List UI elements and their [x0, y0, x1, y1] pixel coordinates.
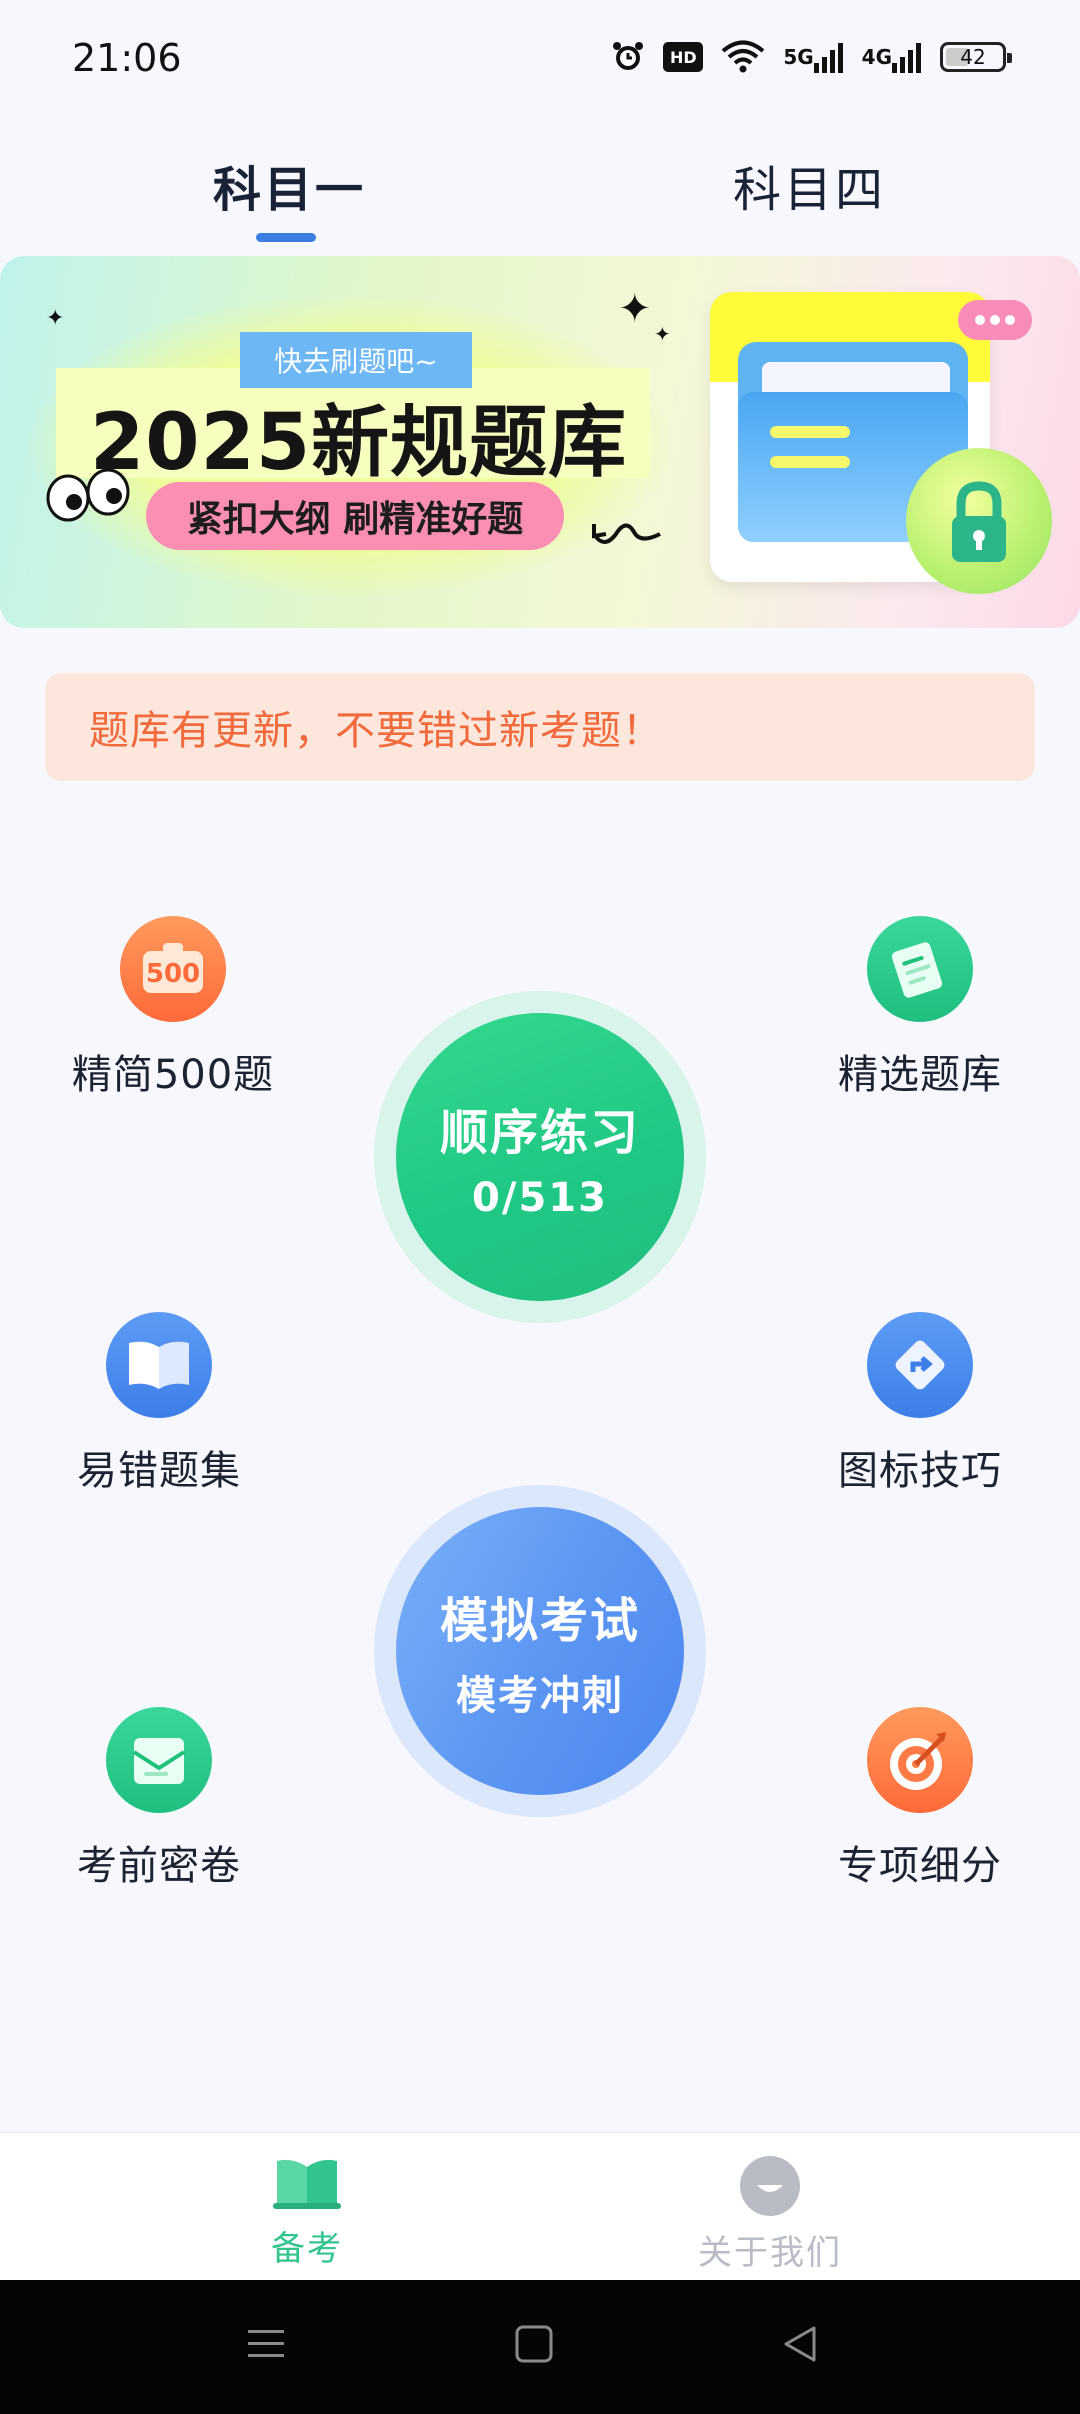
- bottom-nav: 备考 关于我们: [0, 2132, 1080, 2280]
- sequential-practice-title: 顺序练习: [439, 1105, 640, 1161]
- sparkle-icon: ✦: [654, 322, 671, 346]
- sparkle-icon: ✦: [618, 286, 652, 332]
- sequential-practice-progress: 0/513: [472, 1175, 608, 1221]
- status-icons: HD 5G 4G 42: [611, 40, 1012, 74]
- banner-title: 2025新规题库: [90, 398, 628, 488]
- menu-icon[interactable]: [246, 2324, 286, 2364]
- signal-4g-icon: 4G: [862, 41, 922, 73]
- nav-item-study[interactable]: 备考: [207, 2155, 407, 2270]
- battery-level: 42: [960, 45, 986, 69]
- feature-pre-exam-paper-label: 考前密卷: [77, 1843, 241, 1889]
- back-icon[interactable]: [780, 2324, 820, 2364]
- banner-subtitle: 紧扣大纲 刷精准好题: [146, 482, 564, 550]
- feature-pre-exam-paper[interactable]: 考前密卷: [75, 1707, 243, 1891]
- feature-500-questions-label: 精简500题: [71, 1052, 275, 1098]
- lock-icon: [906, 448, 1052, 594]
- eyes-icon: [46, 468, 130, 522]
- mock-exam-circle: 模拟考试 模考冲刺: [396, 1507, 684, 1795]
- sparkle-icon: ✦: [46, 306, 65, 331]
- battery-icon: 42: [940, 42, 1012, 72]
- nav-item-about-label: 关于我们: [698, 2233, 842, 2273]
- update-notice-text: 题库有更新，不要错过新考题！: [89, 708, 663, 754]
- tab-subject-one[interactable]: 科目一: [213, 150, 366, 220]
- feature-selected-bank[interactable]: 精选题库: [836, 916, 1004, 1100]
- squiggle-arrow-icon: [592, 523, 661, 544]
- status-time: 21:06: [72, 36, 182, 80]
- status-bar: 21:06 HD 5G 4G 42: [0, 0, 1080, 130]
- alarm-icon: [611, 40, 645, 74]
- wifi-icon: [721, 40, 765, 74]
- feature-error-prone-label: 易错题集: [77, 1448, 241, 1494]
- envelope-icon: [106, 1707, 212, 1813]
- nav-item-about[interactable]: 关于我们: [670, 2155, 870, 2274]
- feature-500-questions[interactable]: 500 精简500题: [71, 916, 275, 1100]
- sequential-practice-circle: 顺序练习 0/513: [396, 1013, 684, 1301]
- system-nav-bar: [0, 2280, 1080, 2414]
- promo-banner[interactable]: ✦ ✦ ✦ 快去刷题吧~ 2025新规题库 紧扣大纲 刷精准好题: [0, 256, 1080, 628]
- feature-error-prone[interactable]: 易错题集: [75, 1312, 243, 1496]
- mock-exam-subtitle: 模考冲刺: [456, 1673, 624, 1719]
- nav-item-study-label: 备考: [271, 2229, 343, 2269]
- hd-voice-icon: HD: [663, 42, 704, 72]
- 500-icon: 500: [120, 916, 226, 1022]
- sequential-practice-button[interactable]: 顺序练习 0/513: [374, 991, 706, 1323]
- book-icon: [273, 2159, 341, 2209]
- 500-icon-text: 500: [146, 959, 200, 989]
- tab-indicator: [256, 233, 316, 242]
- feature-special-topics[interactable]: 专项细分: [836, 1707, 1004, 1891]
- signal-5g-icon: 5G: [783, 41, 843, 73]
- target-icon: [867, 1707, 973, 1813]
- feature-sign-tips[interactable]: 图标技巧: [836, 1312, 1004, 1496]
- feature-sign-tips-label: 图标技巧: [838, 1448, 1002, 1494]
- net-5g-label: 5G: [783, 45, 814, 69]
- smile-icon: [740, 2156, 800, 2216]
- feature-special-topics-label: 专项细分: [838, 1843, 1002, 1889]
- mock-exam-button[interactable]: 模拟考试 模考冲刺: [374, 1485, 706, 1817]
- tab-subject-four[interactable]: 科目四: [733, 150, 886, 220]
- net-4g-label: 4G: [861, 45, 892, 69]
- document-icon: [867, 916, 973, 1022]
- book-icon: [106, 1312, 212, 1418]
- chat-bubble-icon: [958, 300, 1032, 340]
- home-icon[interactable]: [514, 2324, 554, 2364]
- mock-exam-title: 模拟考试: [439, 1593, 640, 1649]
- update-notice[interactable]: 题库有更新，不要错过新考题！: [45, 673, 1035, 781]
- feature-selected-bank-label: 精选题库: [838, 1052, 1002, 1098]
- road-sign-icon: [867, 1312, 973, 1418]
